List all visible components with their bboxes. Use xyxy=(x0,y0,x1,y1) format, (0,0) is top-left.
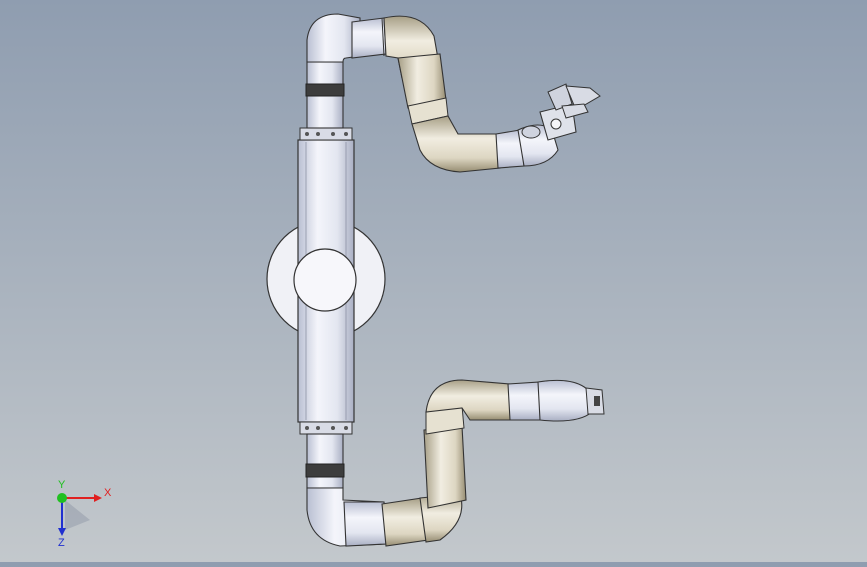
lower-tool xyxy=(585,387,605,415)
upper-gripper xyxy=(539,83,601,141)
z-axis-label: Z xyxy=(58,537,65,549)
lower-joint-band xyxy=(305,463,345,478)
upper-joint-band xyxy=(305,83,345,97)
y-axis-label: Y xyxy=(58,480,66,491)
robot-model[interactable] xyxy=(0,0,867,562)
robot-body xyxy=(266,127,386,435)
3d-viewport[interactable]: X Y Z xyxy=(0,0,867,562)
column-hub xyxy=(293,248,357,312)
coordinate-triad: X Y Z xyxy=(57,480,112,549)
x-axis-label: X xyxy=(104,487,112,499)
